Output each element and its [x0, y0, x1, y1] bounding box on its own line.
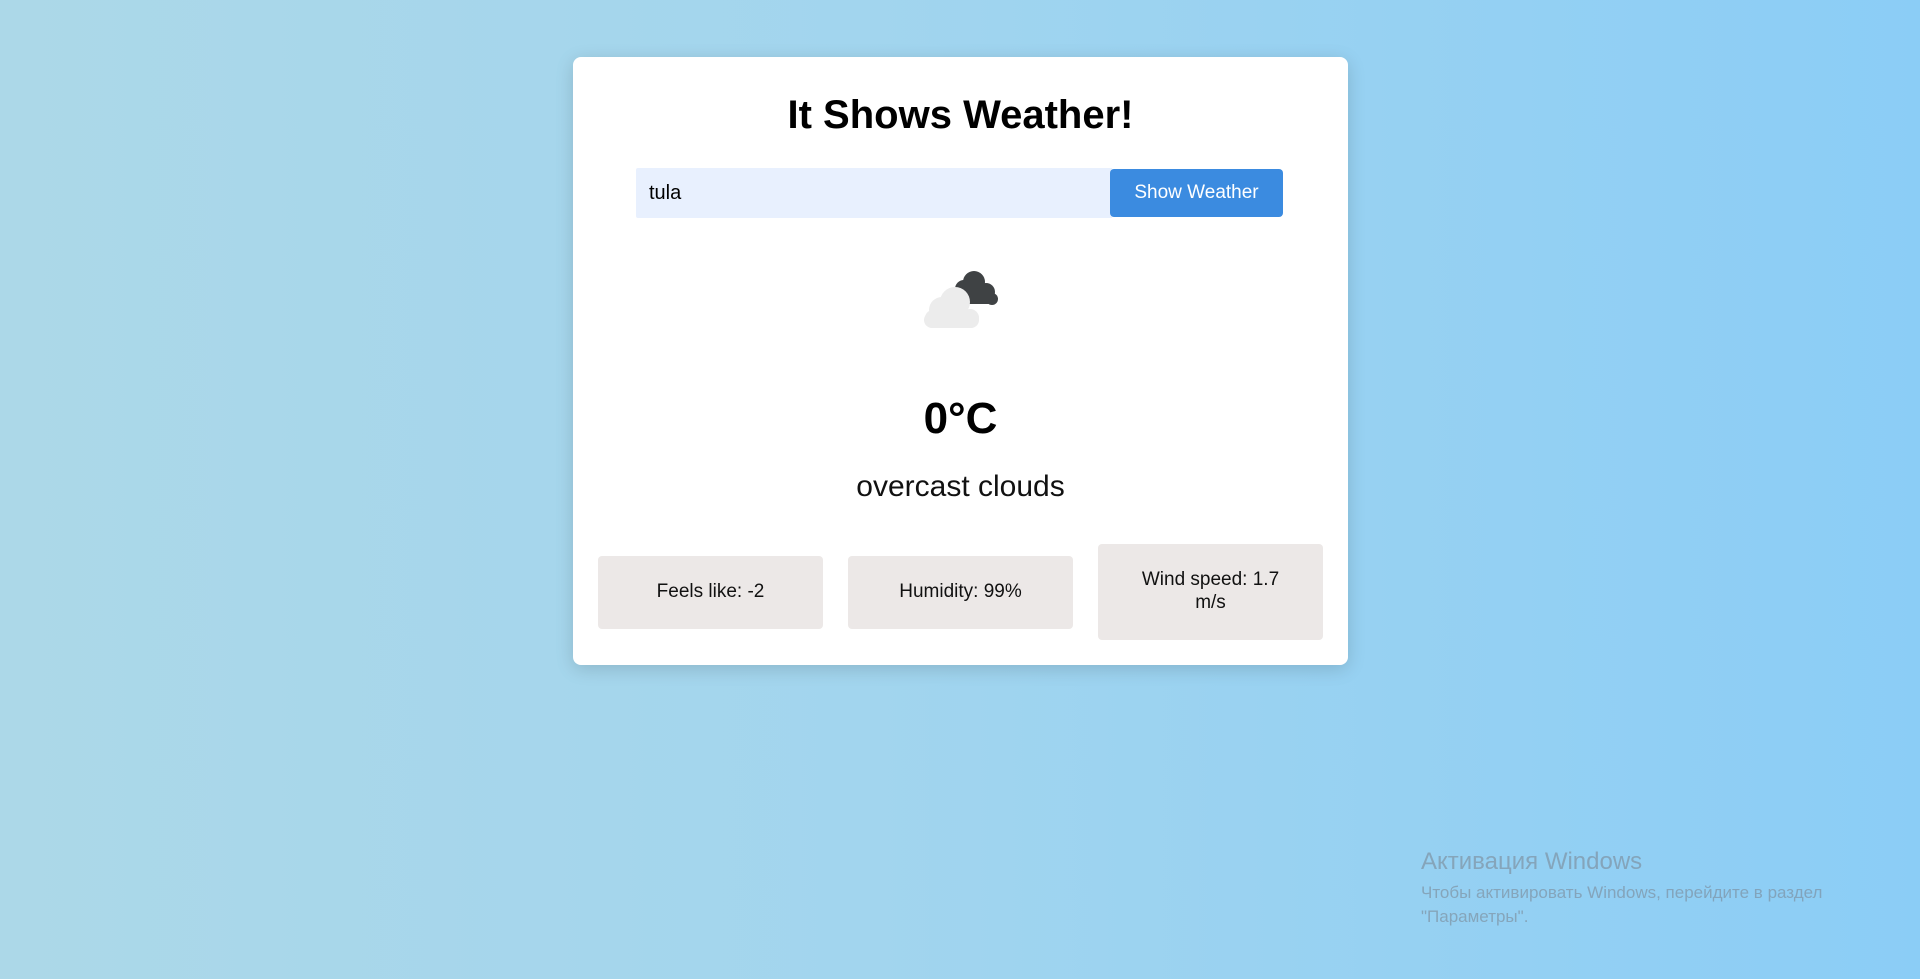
windows-activation-watermark: Активация Windows Чтобы активировать Win…	[1421, 848, 1861, 930]
app-title: It Shows Weather!	[787, 93, 1134, 137]
wind-speed-stat: Wind speed: 1.7 m/s	[1098, 544, 1323, 640]
weather-description: overcast clouds	[856, 470, 1065, 503]
watermark-title: Активация Windows	[1421, 848, 1643, 875]
humidity-stat: Humidity: 99%	[848, 556, 1073, 629]
watermark-text: Чтобы активировать Windows, перейдите в …	[1421, 882, 1823, 927]
show-weather-button[interactable]: Show Weather	[1110, 169, 1283, 217]
weather-card: It Shows Weather! Show Weather 0°C overc	[573, 57, 1348, 665]
city-search-input[interactable]	[636, 168, 1112, 218]
temperature-value: 0°C	[923, 394, 998, 443]
feels-like-stat: Feels like: -2	[598, 556, 823, 629]
overcast-clouds-icon	[912, 262, 1012, 342]
